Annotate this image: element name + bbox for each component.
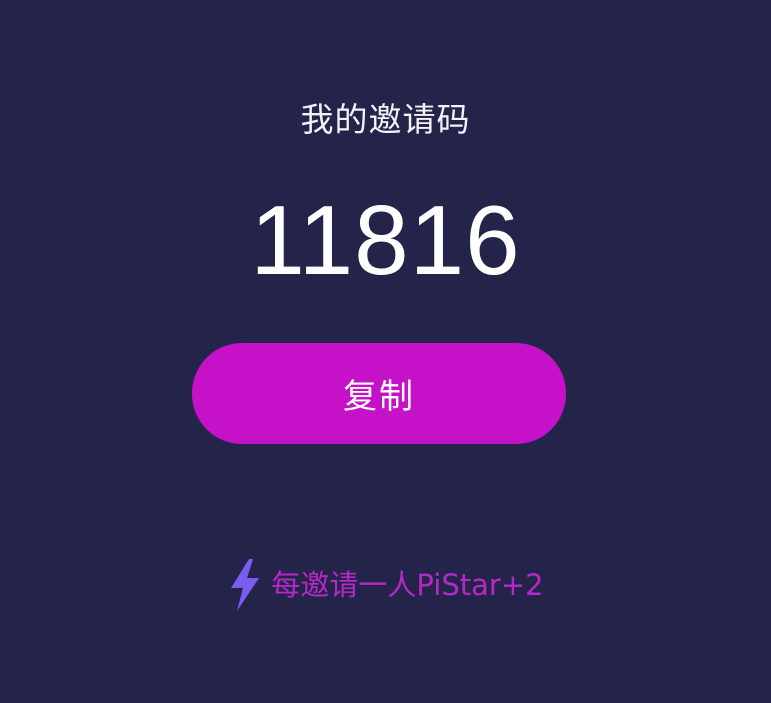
reward-text: 每邀请一人PiStar+2 xyxy=(271,568,544,602)
copy-button-label: 复制 xyxy=(343,377,415,417)
lightning-bolt-icon xyxy=(231,559,260,611)
invite-code: 11816 xyxy=(250,185,521,295)
copy-button[interactable]: 复制 xyxy=(192,343,566,444)
invite-code-screen: 我的邀请码 11816 复制 每邀请一人PiStar+2 xyxy=(0,0,771,703)
page-title: 我的邀请码 xyxy=(300,100,471,139)
reward-info: 每邀请一人PiStar+2 xyxy=(0,556,771,614)
